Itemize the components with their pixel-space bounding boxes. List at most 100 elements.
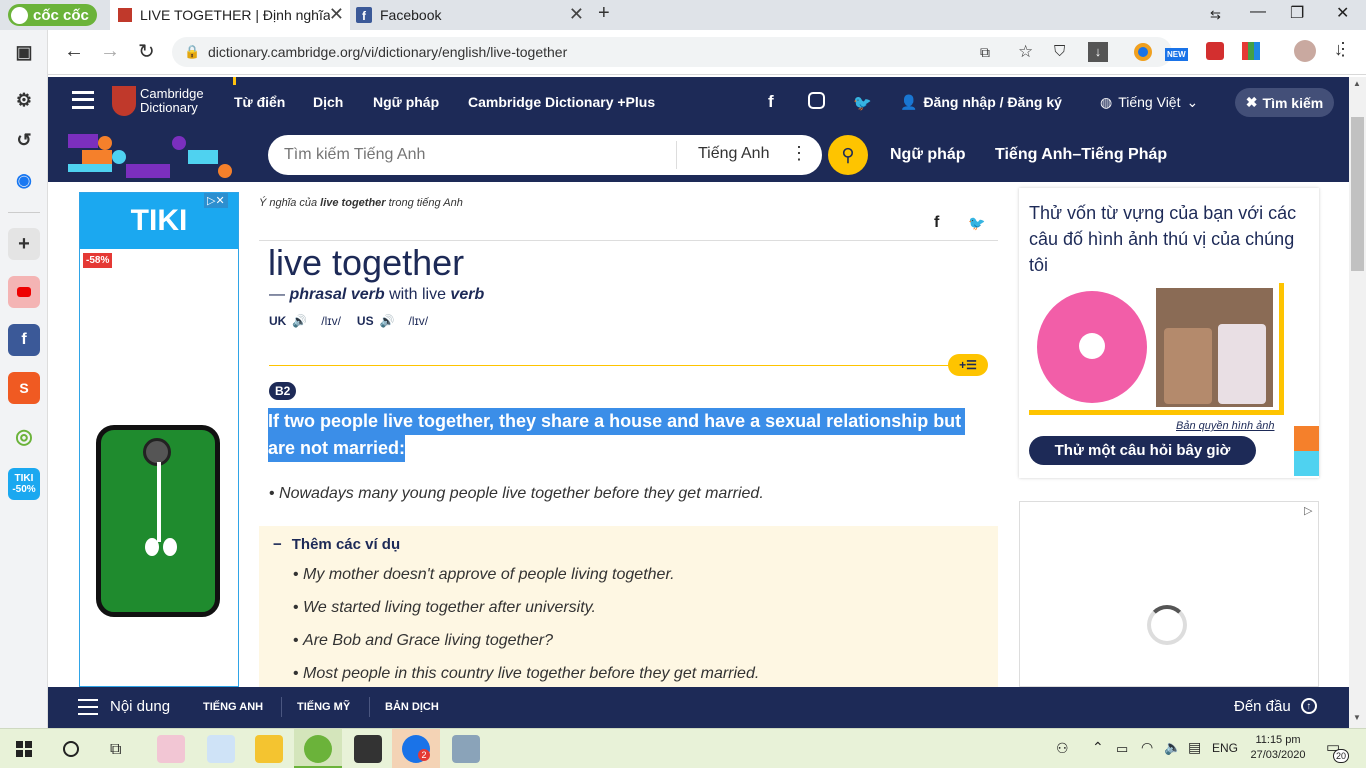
extension-chrome-icon[interactable] [1134,43,1152,61]
decor-orange-block [1294,426,1319,451]
dictionary-options-icon[interactable]: ⋮ [790,143,808,164]
facebook-icon[interactable]: f [8,324,40,356]
clock[interactable]: 11:15 pm 27/03/2020 [1247,733,1309,763]
volume-icon[interactable]: 🔈 [1164,739,1181,756]
login-link[interactable]: 👤 Đăng nhập / Đăng ký [900,94,1062,111]
contents-menu[interactable]: Nội dung [78,698,170,715]
add-to-wordlist-button[interactable]: +☰ [948,354,988,376]
twitter-icon[interactable]: 🐦 [853,94,872,112]
tray-chevron-icon[interactable]: ⌃ [1092,739,1104,756]
coccoc-map-icon[interactable]: ◎ [8,420,40,452]
tiki-badge-discount: -50% [12,484,36,495]
shopee-icon[interactable]: S [8,372,40,404]
keyboard-icon[interactable]: ▤ [1188,739,1201,756]
tab-translations[interactable]: BẢN DỊCH [385,701,439,713]
task-view-icon[interactable]: ⧉ [110,741,121,759]
people-icon[interactable]: ⚇ [1056,740,1069,757]
windows-start-icon[interactable] [16,741,32,757]
settings-gear-icon[interactable]: ⚙ [8,84,40,116]
taskbar-app-paint-icon[interactable] [207,735,235,763]
youtube-icon[interactable] [8,276,40,308]
scroll-up-icon[interactable]: ▲ [1353,79,1361,88]
share-twitter-icon[interactable]: 🐦 [968,215,985,232]
nav-grammar[interactable]: Ngữ pháp [373,94,439,110]
close-window-icon[interactable]: ✕ [1336,3,1349,23]
forward-icon[interactable]: → [100,40,120,63]
extension-color-grid-icon[interactable] [1242,42,1260,60]
new-tab-icon[interactable]: + [598,2,610,25]
taskbar-file-explorer-icon[interactable] [255,735,283,763]
image-copyright-link[interactable]: Bản quyền hình ảnh [1176,420,1274,432]
adchoices-icon[interactable]: ▷ [1304,504,1312,517]
search-circle-icon[interactable] [63,741,79,757]
profile-avatar[interactable] [1294,40,1316,62]
nav-dictionary[interactable]: Từ điển [234,94,285,110]
facebook-social-icon[interactable]: f [768,92,774,112]
url-field[interactable]: 🔒 dictionary.cambridge.org/vi/dictionary… [172,37,1172,67]
search-toggle-button[interactable]: ✖ Tìm kiếm [1235,88,1334,117]
taskbar-sticky-notes-icon[interactable] [354,735,382,763]
messenger-icon[interactable]: ◉ [8,164,40,196]
search-input[interactable] [284,143,664,167]
english-french-link[interactable]: Tiếng Anh–Tiếng Pháp [995,146,1167,164]
pos-verb[interactable]: verb [450,286,484,303]
nav-plus[interactable]: Cambridge Dictionary +Plus [468,94,655,110]
quiz-start-button[interactable]: Thử một câu hỏi bây giờ [1029,436,1256,465]
search-submit-button[interactable]: ⚲ [828,135,868,175]
downloads-icon[interactable]: ↓ [1334,39,1343,60]
more-examples-toggle[interactable]: − Thêm các ví dụ [273,536,400,553]
battery-icon[interactable]: ▭ [1116,741,1128,757]
minimize-icon[interactable]: — [1250,3,1266,21]
uk-audio-icon[interactable]: 🔊 [292,314,307,328]
tab-american[interactable]: TIẾNG MỸ [297,701,350,713]
maximize-icon[interactable]: ❐ [1290,3,1304,23]
extension-new-icon[interactable]: NEW [1165,48,1188,61]
definition-line2: are not married: [268,435,406,462]
instagram-icon[interactable] [808,92,825,109]
back-icon[interactable]: ← [64,40,84,63]
dictionary-selector[interactable]: Tiếng Anh [698,145,769,163]
tab-menu-icon[interactable]: ⇆ [1210,7,1221,23]
translate-icon[interactable]: ⧉ [980,37,990,67]
browser-logo[interactable]: cốc cốc [8,4,97,26]
tiki-sidebar-icon[interactable]: TIKI -50% [8,468,40,500]
right-ad[interactable]: ▷ [1019,501,1319,687]
close-tab-icon[interactable]: ✕ [569,4,584,25]
share-facebook-icon[interactable]: f [934,214,939,232]
definition: If two people live together, they share … [268,408,988,462]
grammar-link[interactable]: Ngữ pháp [890,146,966,164]
bookmark-star-icon[interactable]: ☆ [1018,37,1033,67]
language-selector[interactable]: ◍ Tiếng Việt ⌄ [1100,94,1198,111]
taskbar-app-tool-icon[interactable] [452,735,480,763]
tiki-logo: TIKI [130,204,188,237]
us-audio-icon[interactable]: 🔊 [380,314,395,328]
scroll-thumb[interactable] [1351,117,1364,271]
quiz-image[interactable] [1029,283,1284,415]
taskbar-app-photos-icon[interactable] [157,735,185,763]
taskbar-coccoc-icon[interactable] [304,735,332,763]
input-language[interactable]: ENG [1212,741,1238,755]
pos-phrasal-verb[interactable]: phrasal verb [289,286,384,303]
close-tab-icon[interactable]: ✕ [329,4,344,25]
scroll-down-icon[interactable]: ▼ [1353,713,1361,722]
shield-icon[interactable]: ⛉ [1054,37,1065,67]
history-icon[interactable]: ↺ [8,124,40,156]
adchoices-icon[interactable]: ▷✕ [204,193,228,208]
back-to-top[interactable]: Đến đầu ↑ [1234,698,1317,715]
cambridge-logo[interactable]: Cambridge Dictionary [112,86,204,116]
hamburger-menu-icon[interactable] [72,91,94,109]
extension-red-icon[interactable] [1206,42,1224,60]
reload-icon[interactable]: ↻ [138,39,155,64]
sidebar-toggle-icon[interactable]: ▣ [8,36,40,68]
wifi-icon[interactable]: ◠ [1141,739,1153,756]
vertical-scrollbar[interactable]: ▲ ▼ [1349,77,1366,728]
tab-english[interactable]: TIẾNG ANH [203,701,263,713]
tab-live-together[interactable]: LIVE TOGETHER | Định nghĩa ✕ [110,0,350,30]
tiki-ad[interactable]: TIKI ▷✕ -58% [79,192,239,687]
nav-translate[interactable]: Dịch [313,94,343,110]
add-shortcut-icon[interactable]: + [8,228,40,260]
bottom-nav-bar: Nội dung TIẾNG ANH TIẾNG MỸ BẢN DỊCH Đến… [48,687,1353,728]
tab-facebook[interactable]: f Facebook ✕ [350,0,590,30]
list-item: • We started living together after unive… [293,599,596,616]
download-page-icon[interactable]: ↓ [1088,42,1108,62]
